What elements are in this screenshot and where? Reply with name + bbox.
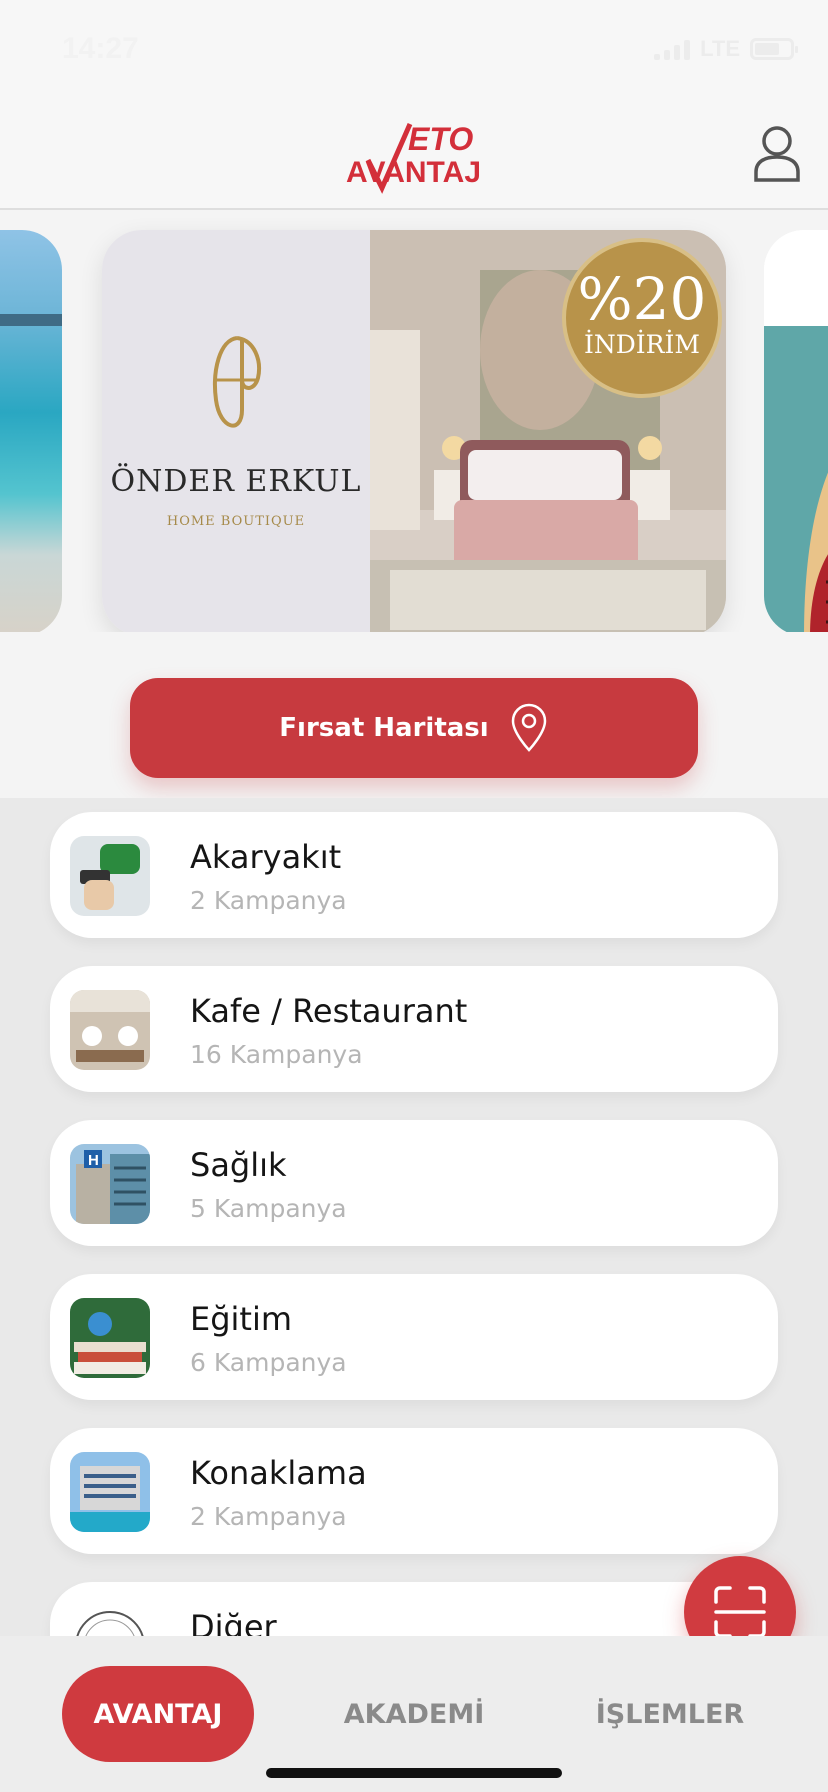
brand-logo-icon — [213, 336, 261, 428]
nav-tab-avantaj[interactable]: AVANTAJ — [62, 1666, 254, 1762]
category-count: 5 Kampanya — [190, 1194, 347, 1223]
carousel-slide-previous[interactable] — [0, 230, 62, 632]
fuel-thumbnail — [70, 836, 150, 916]
category-title: Konaklama — [190, 1454, 367, 1492]
hotel-thumbnail — [70, 1452, 150, 1532]
logo-top-text: ETO — [408, 121, 473, 157]
carousel-slide-active[interactable]: ÖNDER ERKUL HOME BOUTIQUE %20 İNDİRİM — [102, 230, 726, 632]
location-pin-icon — [511, 703, 546, 752]
category-list[interactable]: Akaryakıt 2 Kampanya Kafe / Restaurant 1… — [0, 798, 828, 1636]
category-title: Akaryakıt — [190, 838, 342, 876]
category-title: Diğer — [190, 1608, 277, 1636]
category-count: 2 Kampanya — [190, 886, 347, 915]
nav-tab-islemler[interactable]: İŞLEMLER — [590, 1666, 750, 1762]
category-title: Sağlık — [190, 1146, 287, 1184]
hospital-thumbnail: H — [70, 1144, 150, 1224]
restaurant-thumbnail — [70, 990, 150, 1070]
network-label: LTE — [700, 36, 740, 61]
home-indicator — [266, 1768, 562, 1778]
category-card-education[interactable]: Eğitim 6 Kampanya — [50, 1274, 778, 1400]
education-thumbnail — [70, 1298, 150, 1378]
app-header: ETO AVANTAJ — [0, 100, 828, 210]
status-time: 14:27 — [62, 32, 139, 65]
profile-icon[interactable] — [752, 124, 802, 182]
logo-mark: ETO AVANTAJ — [346, 121, 481, 194]
status-bar: 14:27 LTE — [0, 0, 828, 100]
app-logo[interactable]: ETO AVANTAJ — [344, 114, 484, 196]
signal-icon — [654, 38, 691, 60]
discount-percent: %20 — [577, 265, 707, 333]
category-card-fuel[interactable]: Akaryakıt 2 Kampanya — [50, 812, 778, 938]
category-card-other[interactable]: Diğer — [50, 1582, 778, 1636]
brand-subtitle: HOME BOUTIQUE — [166, 514, 306, 529]
nav-tab-akademi[interactable]: AKADEMİ — [330, 1666, 498, 1762]
svg-text:H: H — [88, 1152, 99, 1169]
opportunity-map-button[interactable]: Fırsat Haritası — [130, 678, 698, 778]
category-card-accommodation[interactable]: Konaklama 2 Kampanya — [50, 1428, 778, 1554]
category-count: 6 Kampanya — [190, 1348, 347, 1377]
category-title: Eğitim — [190, 1300, 293, 1338]
opportunity-map-label: Fırsat Haritası — [279, 713, 489, 743]
discount-badge: %20 İNDİRİM — [562, 238, 722, 398]
category-card-cafe-restaurant[interactable]: Kafe / Restaurant 16 Kampanya — [50, 966, 778, 1092]
brand-panel: ÖNDER ERKUL HOME BOUTIQUE — [102, 230, 370, 632]
category-card-health[interactable]: H Sağlık 5 Kampanya — [50, 1120, 778, 1246]
brand-name: ÖNDER ERKUL — [110, 464, 362, 499]
battery-icon — [750, 38, 798, 60]
category-title: Kafe / Restaurant — [190, 992, 468, 1030]
promo-carousel[interactable]: ÖNDER ERKUL HOME BOUTIQUE %20 İNDİRİM — [0, 212, 828, 632]
category-count: 2 Kampanya — [190, 1502, 347, 1531]
scan-icon — [714, 1586, 766, 1638]
category-count: 16 Kampanya — [190, 1040, 363, 1069]
discount-label: İNDİRİM — [584, 330, 700, 359]
status-indicators: LTE — [654, 36, 798, 62]
carousel-slide-next[interactable] — [764, 230, 828, 632]
map-section: Fırsat Haritası — [0, 632, 828, 798]
chamber-seal-thumbnail — [70, 1606, 150, 1636]
